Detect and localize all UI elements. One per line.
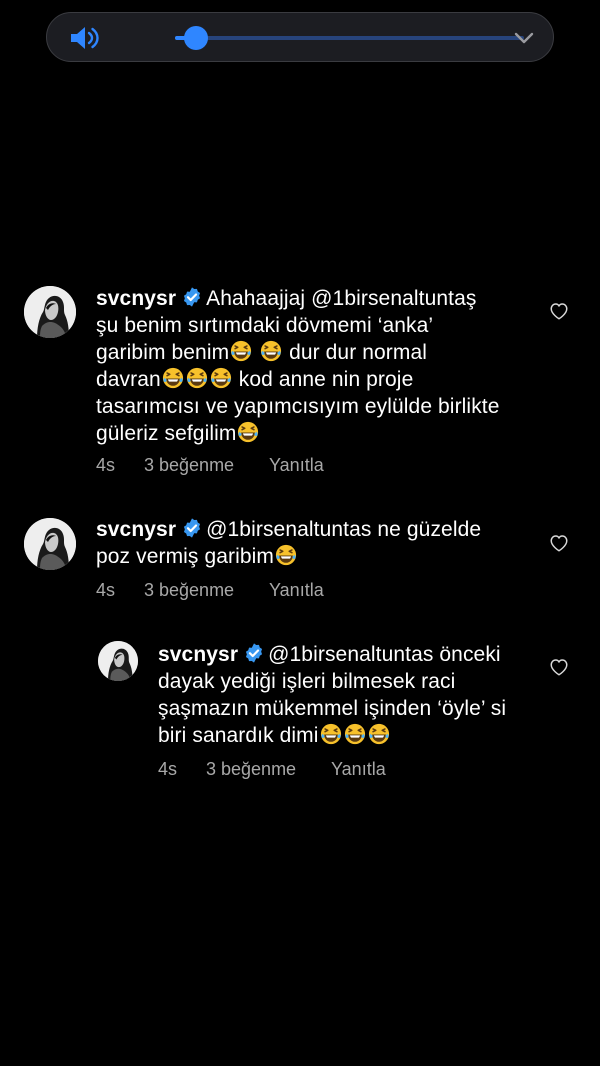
grinning-squint-emoji-icon — [237, 421, 259, 443]
comment-meta: 4s 3 beğenme Yanıtla — [96, 455, 324, 476]
comment-text: svcnysr @1birsenaltuntas ne güzelde poz v… — [96, 517, 482, 568]
grinning-squint-emoji-icon — [210, 367, 232, 389]
verified-badge-icon — [181, 517, 203, 539]
comment-time: 4s — [96, 455, 116, 475]
grinning-squint-emoji-icon — [186, 367, 208, 389]
speaker-icon[interactable] — [69, 24, 99, 52]
grinning-squint-emoji-icon — [260, 340, 282, 362]
reply-button[interactable]: Yanıtla — [331, 759, 386, 780]
username[interactable]: svcnysr — [96, 518, 176, 541]
avatar[interactable] — [24, 518, 76, 570]
volume-slider-thumb[interactable] — [183, 26, 208, 50]
like-count[interactable]: 3 beğenme — [206, 759, 331, 780]
comment-time: 4s — [96, 580, 116, 600]
heart-icon[interactable] — [549, 302, 569, 320]
grinning-squint-emoji-icon — [344, 723, 366, 745]
grinning-squint-emoji-icon — [162, 367, 184, 389]
chevron-down-icon[interactable] — [513, 31, 535, 45]
avatar[interactable] — [98, 641, 138, 681]
grinning-squint-emoji-icon — [320, 723, 342, 745]
comment-meta: 4s 3 beğenme Yanıtla — [158, 759, 386, 780]
comment-time: 4s — [158, 759, 178, 779]
reply-button[interactable]: Yanıtla — [269, 580, 324, 601]
volume-slider[interactable] — [175, 26, 524, 50]
grinning-squint-emoji-icon — [230, 340, 252, 362]
heart-icon[interactable] — [549, 534, 569, 552]
reply-button[interactable]: Yanıtla — [269, 455, 324, 476]
like-count[interactable]: 3 beğenme — [144, 455, 269, 476]
verified-badge-icon — [243, 642, 265, 664]
comment-text: svcnysr Ahahaajjaj @1birsenaltuntaş şu be… — [96, 286, 500, 445]
heart-icon[interactable] — [549, 658, 569, 676]
comment-text: svcnysr @1birsenaltuntas önceki dayak yed… — [158, 642, 507, 747]
verified-badge-icon — [181, 286, 203, 308]
username[interactable]: svcnysr — [96, 287, 176, 310]
avatar[interactable] — [24, 286, 76, 338]
grinning-squint-emoji-icon — [275, 544, 297, 566]
like-count[interactable]: 3 beğenme — [144, 580, 269, 601]
comment-meta: 4s 3 beğenme Yanıtla — [96, 580, 324, 601]
username[interactable]: svcnysr — [158, 643, 238, 666]
grinning-squint-emoji-icon — [368, 723, 390, 745]
volume-control — [46, 12, 554, 62]
